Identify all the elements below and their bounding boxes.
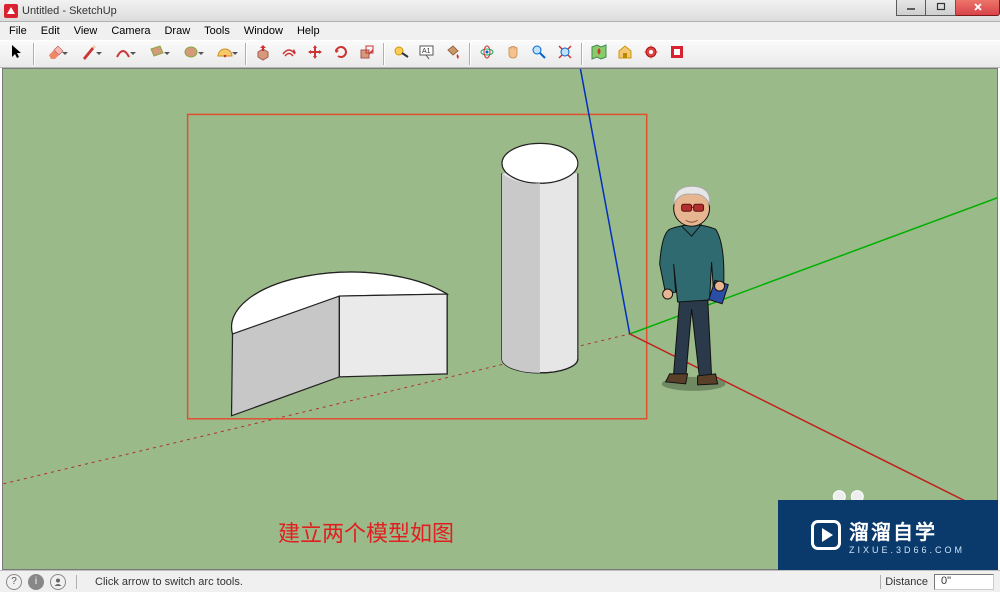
toolbar: A1 xyxy=(0,40,1000,68)
scale-icon xyxy=(358,43,376,66)
extensions-tool[interactable] xyxy=(640,43,662,65)
menu-window[interactable]: Window xyxy=(237,24,290,38)
protractor-icon xyxy=(216,43,234,66)
menu-file[interactable]: File xyxy=(2,24,34,38)
move-icon xyxy=(306,43,324,66)
viewport-3d[interactable]: 建立两个模型如图 xyxy=(2,68,998,570)
menu-tools[interactable]: Tools xyxy=(197,24,237,38)
watermark-url: ZIXUE.3D66.COM xyxy=(849,545,965,555)
orbit-tool[interactable] xyxy=(476,43,498,65)
magnifier-icon xyxy=(530,43,548,66)
watermark-brand: 溜溜自学 xyxy=(849,516,965,545)
menu-edit[interactable]: Edit xyxy=(34,24,67,38)
toolbar-separator xyxy=(581,43,583,65)
status-bar: ? i Click arrow to switch arc tools. Dis… xyxy=(0,570,1000,592)
paint-icon xyxy=(444,43,462,66)
play-icon xyxy=(811,520,841,550)
rectangle-icon xyxy=(148,43,166,66)
text-icon: A1 xyxy=(418,43,436,66)
annotation-text: 建立两个模型如图 xyxy=(278,516,454,548)
offset-icon xyxy=(280,43,298,66)
title-bar: Untitled - SketchUp xyxy=(0,0,1000,22)
polygon-tool[interactable] xyxy=(210,43,240,65)
scale-figure xyxy=(660,186,729,391)
menu-view[interactable]: View xyxy=(67,24,105,38)
axis-blue xyxy=(577,69,630,334)
distance-label: Distance xyxy=(885,576,928,588)
distance-value: 0" xyxy=(934,574,994,590)
zoom-tool[interactable] xyxy=(528,43,550,65)
arc-icon xyxy=(114,43,132,66)
rectangle-tool[interactable] xyxy=(142,43,172,65)
circle-icon xyxy=(182,43,200,66)
paint-tool[interactable] xyxy=(442,43,464,65)
eraser-icon xyxy=(46,43,64,66)
text-tool[interactable]: A1 xyxy=(416,43,438,65)
tape-tool[interactable] xyxy=(390,43,412,65)
menu-help[interactable]: Help xyxy=(290,24,327,38)
menu-bar: File Edit View Camera Draw Tools Window … xyxy=(0,22,1000,40)
toolbar-separator xyxy=(245,43,247,65)
status-hint: Click arrow to switch arc tools. xyxy=(95,576,243,588)
layout-icon xyxy=(668,43,686,66)
location-tool[interactable] xyxy=(588,43,610,65)
circle-tool[interactable] xyxy=(176,43,206,65)
toolbar-separator xyxy=(383,43,385,65)
menu-draw[interactable]: Draw xyxy=(157,24,197,38)
warehouse-icon xyxy=(616,43,634,66)
pushpull-icon xyxy=(254,43,272,66)
app-icon xyxy=(4,4,18,18)
move-tool[interactable] xyxy=(304,43,326,65)
line-tool[interactable] xyxy=(74,43,104,65)
rotate-tool[interactable] xyxy=(330,43,352,65)
watermark: 溜溜自学 ZIXUE.3D66.COM xyxy=(778,500,998,570)
minimize-button[interactable] xyxy=(896,0,926,16)
toolbar-separator xyxy=(33,43,35,65)
info-icon[interactable]: i xyxy=(28,574,44,590)
arc-tool[interactable] xyxy=(108,43,138,65)
hand-icon xyxy=(504,43,522,66)
toolbar-separator xyxy=(469,43,471,65)
map-icon xyxy=(590,43,608,66)
maximize-button[interactable] xyxy=(926,0,956,16)
user-icon[interactable] xyxy=(50,574,66,590)
menu-camera[interactable]: Camera xyxy=(104,24,157,38)
scale-tool[interactable] xyxy=(356,43,378,65)
svg-text:A1: A1 xyxy=(422,48,431,55)
layout-tool[interactable] xyxy=(666,43,688,65)
warehouse-tool[interactable] xyxy=(614,43,636,65)
window-title: Untitled - SketchUp xyxy=(22,5,117,17)
scene-canvas xyxy=(3,69,997,569)
cursor-icon xyxy=(8,43,26,66)
zoom-extents-tool[interactable] xyxy=(554,43,576,65)
orbit-icon xyxy=(478,43,496,66)
pan-tool[interactable] xyxy=(502,43,524,65)
pushpull-tool[interactable] xyxy=(252,43,274,65)
window-controls xyxy=(896,0,1000,16)
rotate-icon xyxy=(332,43,350,66)
pencil-icon xyxy=(80,43,98,66)
gear-icon xyxy=(642,43,660,66)
zoom-extents-icon xyxy=(556,43,574,66)
tape-icon xyxy=(392,43,410,66)
offset-tool[interactable] xyxy=(278,43,300,65)
help-icon[interactable]: ? xyxy=(6,574,22,590)
model-pie xyxy=(232,272,448,416)
eraser-tool[interactable] xyxy=(40,43,70,65)
select-tool[interactable] xyxy=(6,43,28,65)
close-button[interactable] xyxy=(956,0,1000,16)
model-cylinder xyxy=(502,143,578,373)
